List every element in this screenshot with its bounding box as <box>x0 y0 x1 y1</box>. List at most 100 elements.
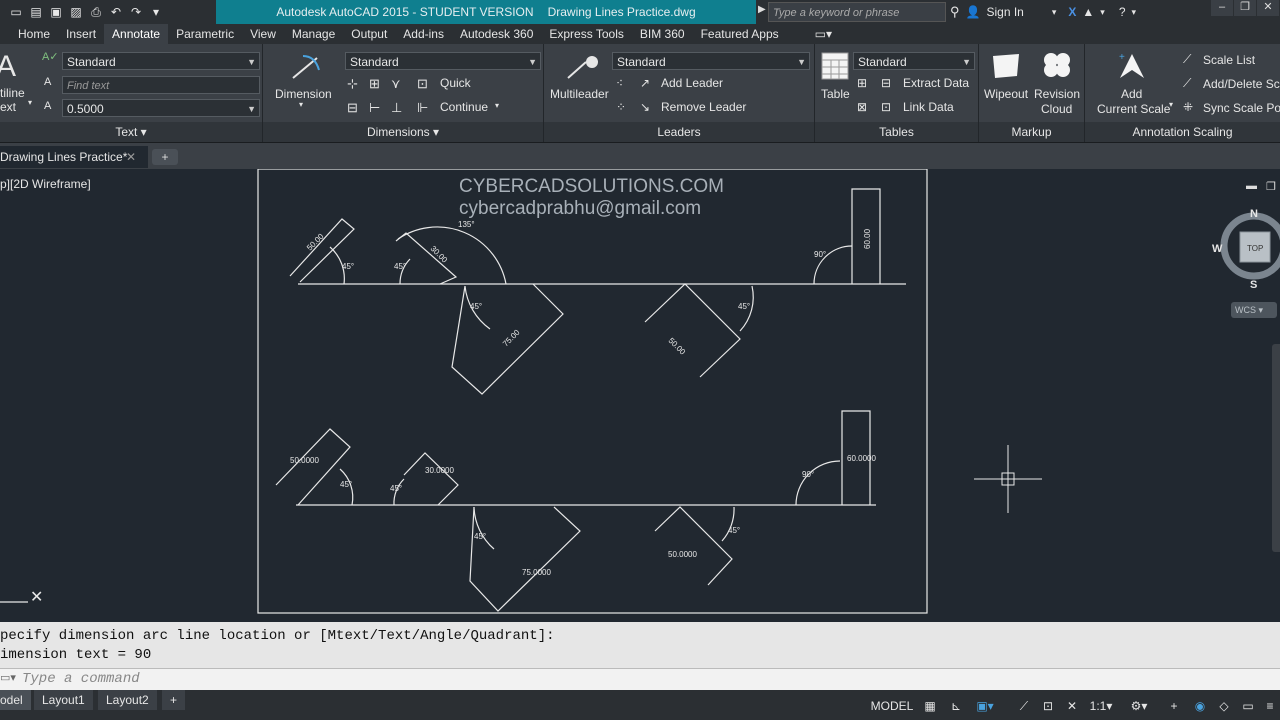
save-icon[interactable]: ▣ <box>48 4 64 20</box>
drawing-svg[interactable]: 50.00 45° 45° 30.00 135° 45° 75.00 50.00… <box>0 169 1280 620</box>
chevron-down-icon[interactable]: ▾ <box>299 100 303 109</box>
ortho-icon[interactable]: ▣▾ <box>970 698 1000 714</box>
add-delete-scales-icon[interactable]: ⟋ <box>1183 76 1191 91</box>
scale-list-icon[interactable]: ⟋ <box>1183 52 1191 67</box>
tab-manage[interactable]: Manage <box>284 24 343 44</box>
undo-icon[interactable]: ↶ <box>108 4 124 20</box>
tables-panel-title[interactable]: Tables <box>815 122 978 142</box>
text-panel-title[interactable]: Text ▾ <box>0 122 262 142</box>
open-icon[interactable]: ▤ <box>28 4 44 20</box>
new-file-icon[interactable]: ▭ <box>8 4 24 20</box>
command-input[interactable]: Type a command <box>22 671 140 687</box>
continue-dimension-icon[interactable]: ⊩ <box>417 100 428 116</box>
extract-data-icon-2[interactable]: ⊟ <box>881 76 891 90</box>
grid-icon[interactable]: ▦ <box>920 698 940 714</box>
redo-icon[interactable]: ↷ <box>128 4 144 20</box>
binoculars-icon[interactable]: ⚲ <box>950 0 960 24</box>
minimize-viewport-icon[interactable]: ▬ <box>1246 180 1257 192</box>
viewcube[interactable]: TOP N S W <box>1210 202 1280 294</box>
chevron-down-icon[interactable]: ▾ <box>28 98 32 107</box>
revision-cloud-label-2[interactable]: Cloud <box>1041 102 1072 116</box>
sign-in-area[interactable]: ⚲ 👤 Sign In ▾ X ▲ ▾ ? ▾ <box>950 0 1136 24</box>
dimension-style-select[interactable]: Standard ▼ <box>345 52 541 70</box>
close-icon[interactable]: ✕ <box>30 589 43 606</box>
dim-adjust-icon[interactable]: ⊞ <box>369 76 380 92</box>
sign-in-label[interactable]: Sign In <box>986 0 1023 24</box>
customize-icon[interactable]: ≡ <box>1260 698 1280 714</box>
snap-icon[interactable]: ⊾ <box>946 698 966 714</box>
quick-dimension-icon[interactable]: ⊡ <box>417 76 428 92</box>
leaders-panel-title[interactable]: Leaders <box>544 122 814 142</box>
tab-insert[interactable]: Insert <box>58 24 104 44</box>
text-height-select[interactable]: 0.5000 ▼ <box>62 99 260 117</box>
qat-dropdown-icon[interactable]: ▾ <box>148 4 164 20</box>
tab-model[interactable]: odel <box>0 690 31 710</box>
close-tab-icon[interactable]: ✕ <box>126 146 136 168</box>
close-icon[interactable]: ✕ <box>1257 0 1279 16</box>
help-icon[interactable]: ? <box>1119 0 1126 24</box>
compass-north[interactable]: N <box>1250 208 1258 220</box>
compass-west[interactable]: W <box>1212 243 1223 255</box>
osnap-icon[interactable]: ⊡ <box>1038 698 1058 714</box>
new-tab-button[interactable]: + <box>152 149 178 165</box>
command-line[interactable]: ▭▾ Type a command <box>0 668 1280 691</box>
save-as-icon[interactable]: ▨ <box>68 4 84 20</box>
text-style-select[interactable]: Standard ▼ <box>62 52 260 70</box>
tab-layout2[interactable]: Layout2 <box>98 690 157 710</box>
clean-screen-icon[interactable]: ▭ <box>1238 698 1258 714</box>
add-current-scale-icon[interactable]: + <box>1117 50 1147 82</box>
viewcube-top-label[interactable]: TOP <box>1247 244 1263 253</box>
multileader-icon[interactable] <box>564 52 600 82</box>
annotation-visibility-icon[interactable]: ✕ <box>1062 698 1082 714</box>
tab-add-ins[interactable]: Add-ins <box>395 24 452 44</box>
dimensions-panel-title[interactable]: Dimensions ▾ <box>263 122 543 142</box>
download-icon[interactable]: ⊠ <box>857 100 867 114</box>
tab-autodesk-360[interactable]: Autodesk 360 <box>452 24 541 44</box>
maximize-viewport-icon[interactable]: ❐ <box>1266 180 1276 193</box>
revision-cloud-label-1[interactable]: Revision <box>1034 87 1080 101</box>
chevron-down-icon[interactable]: ▾ <box>1132 0 1137 24</box>
tab-parametric[interactable]: Parametric <box>168 24 242 44</box>
restore-icon[interactable]: ❐ <box>1234 0 1256 16</box>
chevron-down-icon[interactable]: ▾ <box>1100 0 1105 24</box>
compass-south[interactable]: S <box>1250 279 1257 291</box>
polar-icon[interactable]: ⟋ <box>1014 698 1034 714</box>
multiline-text-label-2[interactable]: ext <box>0 100 16 114</box>
add-leader-label[interactable]: Add Leader <box>661 76 723 90</box>
dim-inspect-icon[interactable]: ⋎ <box>391 76 401 92</box>
add-leader-icon[interactable]: ↗ <box>640 76 650 90</box>
markup-panel-title[interactable]: Markup <box>979 122 1084 142</box>
isolate-icon[interactable]: ◉ <box>1190 698 1210 714</box>
multileader-label[interactable]: Multileader <box>550 87 609 101</box>
dim-break-icon[interactable]: ⊹ <box>347 76 358 92</box>
revision-cloud-icon[interactable] <box>1041 50 1073 80</box>
find-text-input[interactable]: Find text <box>62 76 260 94</box>
tab-bim-360[interactable]: BIM 360 <box>632 24 693 44</box>
exchange-icon[interactable]: X <box>1068 0 1076 24</box>
sync-scale-label[interactable]: Sync Scale Pos <box>1203 101 1280 115</box>
tab-express-tools[interactable]: Express Tools <box>541 24 631 44</box>
print-icon[interactable]: ⎙ <box>88 4 104 20</box>
expand-arrow-icon[interactable]: ▶ <box>758 4 766 15</box>
wipeout-icon[interactable] <box>991 52 1021 80</box>
model-space-button[interactable]: MODEL <box>868 698 916 714</box>
workspace-gear-icon[interactable]: ⚙▾ <box>1124 698 1154 714</box>
extract-data-icon[interactable]: ⊞ <box>857 76 867 90</box>
dim-update-icon[interactable]: ⊥ <box>391 100 402 116</box>
add-delete-scales-label[interactable]: Add/Delete Sca <box>1203 77 1280 91</box>
chevron-down-icon[interactable]: ▾ <box>495 101 499 110</box>
wcs-menu[interactable]: WCS ▾ <box>1231 302 1277 318</box>
tab-featured-apps[interactable]: Featured Apps <box>693 24 787 44</box>
quick-dimension-label[interactable]: Quick <box>440 76 471 90</box>
help-search-input[interactable]: Type a keyword or phrase <box>768 2 946 22</box>
table-icon[interactable] <box>821 52 849 80</box>
tab-home[interactable]: Home <box>0 24 58 44</box>
annotation-scale-button[interactable]: 1:1▾ <box>1086 698 1116 714</box>
tab-view[interactable]: View <box>242 24 284 44</box>
leader-style-select[interactable]: Standard ▼ <box>612 52 810 70</box>
multiline-text-icon[interactable]: A <box>0 50 16 84</box>
dimension-label[interactable]: Dimension <box>275 87 332 101</box>
add-layout-button[interactable]: + <box>162 690 186 710</box>
a360-icon[interactable]: ▲ <box>1082 0 1094 24</box>
tab-annotate[interactable]: Annotate <box>104 24 169 44</box>
